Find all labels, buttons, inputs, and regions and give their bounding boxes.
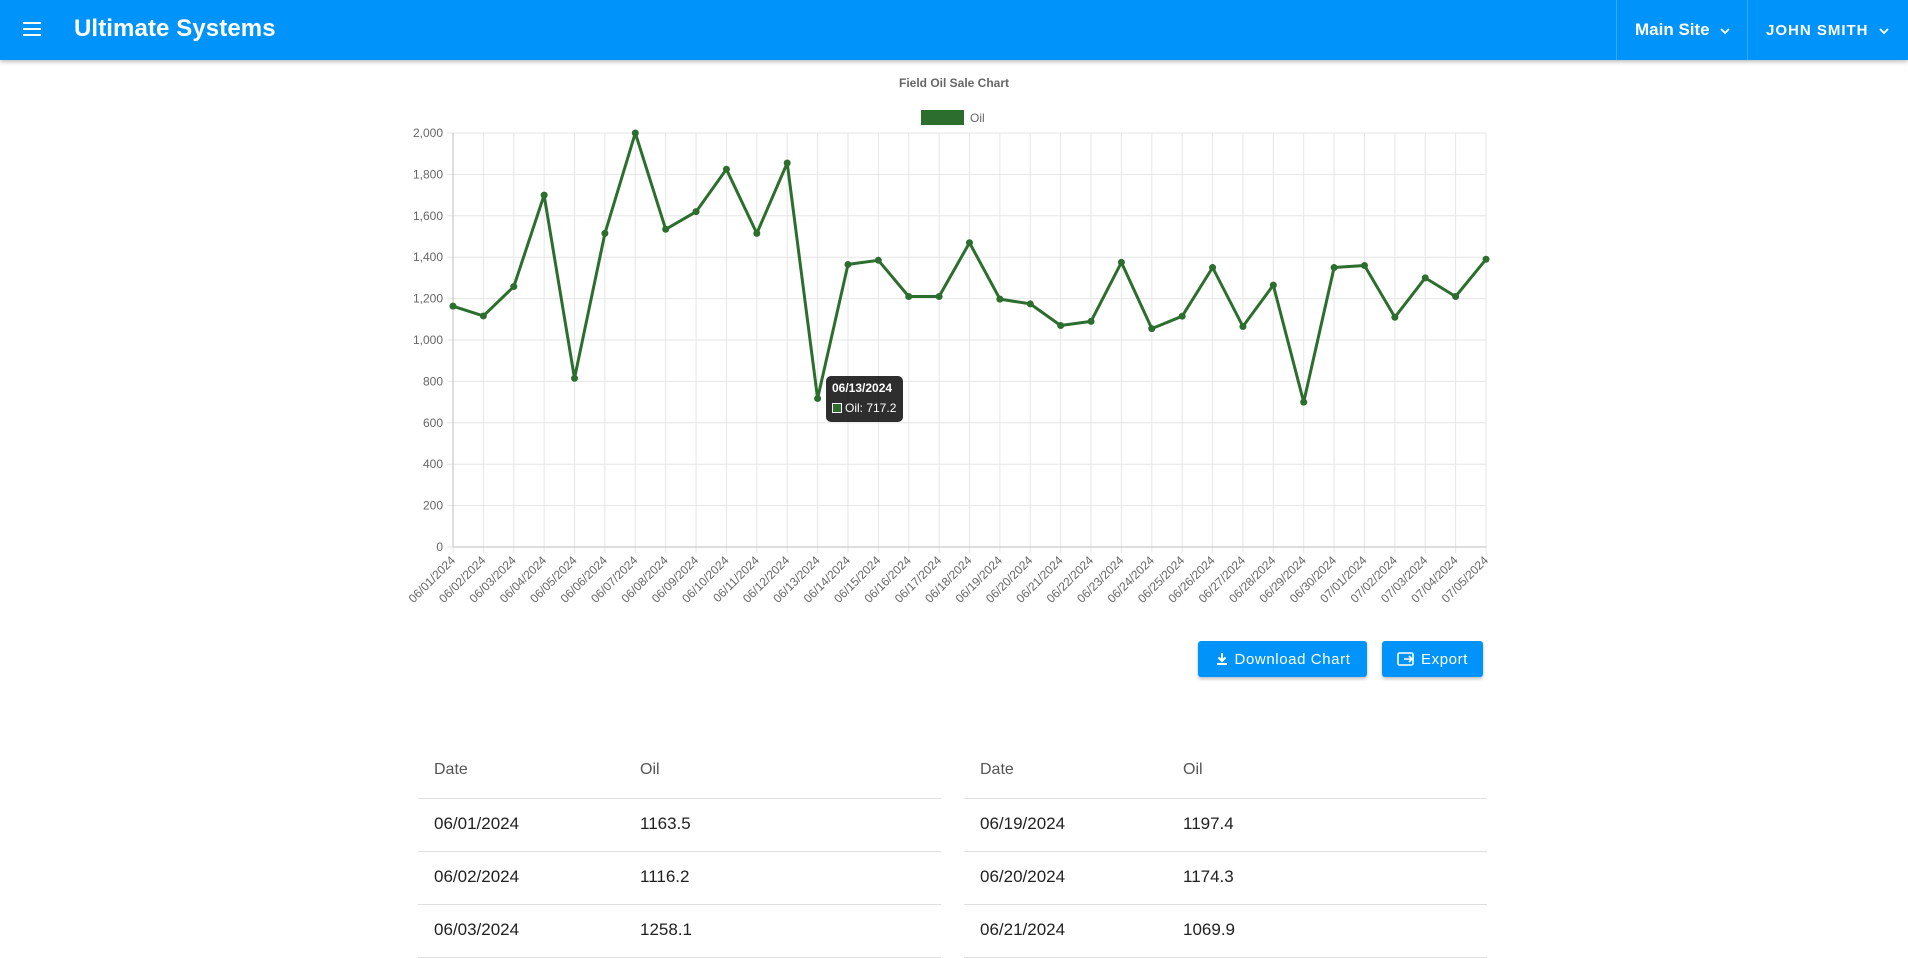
menu-icon (23, 22, 41, 36)
chart-tooltip: 06/13/2024 Oil: 717.2 (826, 376, 903, 422)
column-header-date: Date (980, 761, 1014, 778)
cell-date: 06/21/2024 (980, 920, 1066, 939)
data-point (783, 159, 791, 167)
download-chart-label: Download Chart (1234, 650, 1351, 668)
y-axis-labels: 0 200 400 600 800 1,000 1,200 1,400 1,600 1,800 2,… (413, 126, 443, 554)
cell-oil: 1069.9 (1183, 920, 1235, 939)
data-point (1391, 313, 1399, 321)
y-tick-label: 1,400 (413, 250, 443, 264)
column-header-date: Date (434, 761, 468, 778)
y-tick-label: 400 (423, 457, 443, 471)
table-header-row: Date Oil (964, 746, 1487, 799)
table-row: 06/21/2024 1069.9 (964, 905, 1487, 958)
tooltip-swatch (832, 403, 842, 413)
cell-date: 06/20/2024 (980, 867, 1066, 886)
data-point (996, 295, 1004, 303)
download-chart-button[interactable]: Download Chart (1198, 641, 1367, 677)
data-point (1057, 322, 1065, 330)
export-label: Export (1421, 650, 1468, 668)
chevron-down-icon (1719, 20, 1730, 40)
y-tick-label: 1,800 (413, 167, 443, 181)
data-point (1300, 398, 1308, 406)
y-tick-label: 1,200 (413, 292, 443, 306)
data-point (1360, 261, 1368, 269)
table-row: 06/01/2024 1163.5 (418, 799, 941, 852)
chart-grid (447, 132, 1487, 553)
data-point (1178, 312, 1186, 320)
site-selector-label: Main Site (1635, 20, 1710, 39)
x-axis-labels: 06/01/202406/02/202406/03/202406/04/2024… (406, 553, 1492, 606)
y-tick-label: 1,600 (413, 209, 443, 223)
data-point (1330, 264, 1338, 272)
y-tick-label: 200 (423, 499, 443, 513)
table-row: 06/19/2024 1197.4 (964, 799, 1487, 852)
app-title: Ultimate Systems (74, 15, 276, 42)
data-point (1148, 325, 1156, 333)
data-point (692, 208, 700, 216)
data-point (935, 293, 943, 301)
data-point (1239, 323, 1247, 331)
cell-oil: 1258.1 (640, 920, 692, 939)
y-tick-label: 2,000 (413, 126, 443, 140)
data-point (540, 191, 548, 199)
legend-swatch-oil (921, 110, 964, 125)
menu-button[interactable] (14, 12, 54, 48)
table-row: 06/02/2024 1116.2 (418, 852, 941, 905)
site-selector[interactable]: Main Site (1616, 0, 1748, 60)
data-point (601, 229, 609, 237)
column-header-oil: Oil (640, 761, 660, 778)
data-point (966, 239, 973, 247)
table-row: 06/03/2024 1258.1 (418, 905, 941, 958)
table-row: 06/20/2024 1174.3 (964, 852, 1487, 905)
user-menu[interactable]: JOHN SMITH (1747, 0, 1908, 60)
data-point (844, 260, 852, 268)
data-point (1209, 264, 1217, 272)
data-point (1087, 317, 1095, 325)
data-point (662, 225, 670, 233)
data-point (905, 293, 913, 301)
data-point (874, 256, 882, 264)
data-point (814, 395, 822, 403)
tooltip-label: Oil: 717.2 (845, 401, 897, 415)
data-table-left: Date Oil 06/01/2024 1163.5 06/02/2024 11… (418, 746, 941, 958)
cell-date: 06/19/2024 (980, 814, 1066, 833)
download-icon (1216, 653, 1227, 665)
export-button[interactable]: Export (1382, 641, 1483, 677)
cell-date: 06/01/2024 (434, 814, 520, 833)
data-point (1117, 258, 1125, 266)
data-point (753, 229, 761, 237)
data-point (449, 302, 457, 310)
data-point (1482, 255, 1490, 263)
data-point (631, 129, 639, 137)
cell-oil: 1116.2 (640, 867, 690, 886)
data-point (1452, 293, 1460, 301)
cell-oil: 1163.5 (640, 814, 691, 833)
cell-date: 06/02/2024 (434, 867, 520, 886)
export-icon (1397, 652, 1414, 666)
y-tick-label: 1,000 (413, 333, 443, 347)
data-point (1421, 274, 1429, 282)
user-menu-label: JOHN SMITH (1766, 21, 1869, 39)
data-point (510, 283, 518, 291)
y-tick-label: 0 (436, 540, 443, 554)
chevron-down-icon (1878, 22, 1889, 39)
data-table-right: Date Oil 06/19/2024 1197.4 06/20/2024 11… (964, 746, 1487, 958)
tooltip-title: 06/13/2024 (832, 381, 893, 395)
data-point (571, 374, 579, 382)
y-tick-label: 600 (423, 416, 443, 430)
chart-legend: Oil (921, 110, 985, 125)
oil-sale-chart: 0 200 400 600 800 1,000 1,200 1,400 1,600 1,800 2,… (406, 110, 1492, 606)
data-point (479, 312, 487, 320)
cell-oil: 1174.3 (1183, 867, 1234, 886)
cell-date: 06/03/2024 (434, 920, 520, 939)
legend-label-oil: Oil (970, 111, 985, 125)
app-bar: Ultimate Systems Main Site JOHN SMITH (0, 0, 1908, 60)
data-point (1026, 300, 1034, 308)
data-point (722, 165, 730, 173)
table-header-row: Date Oil (418, 746, 941, 799)
data-point (1269, 281, 1277, 289)
column-header-oil: Oil (1183, 761, 1203, 778)
cell-oil: 1197.4 (1183, 814, 1234, 833)
y-tick-label: 800 (423, 374, 443, 388)
